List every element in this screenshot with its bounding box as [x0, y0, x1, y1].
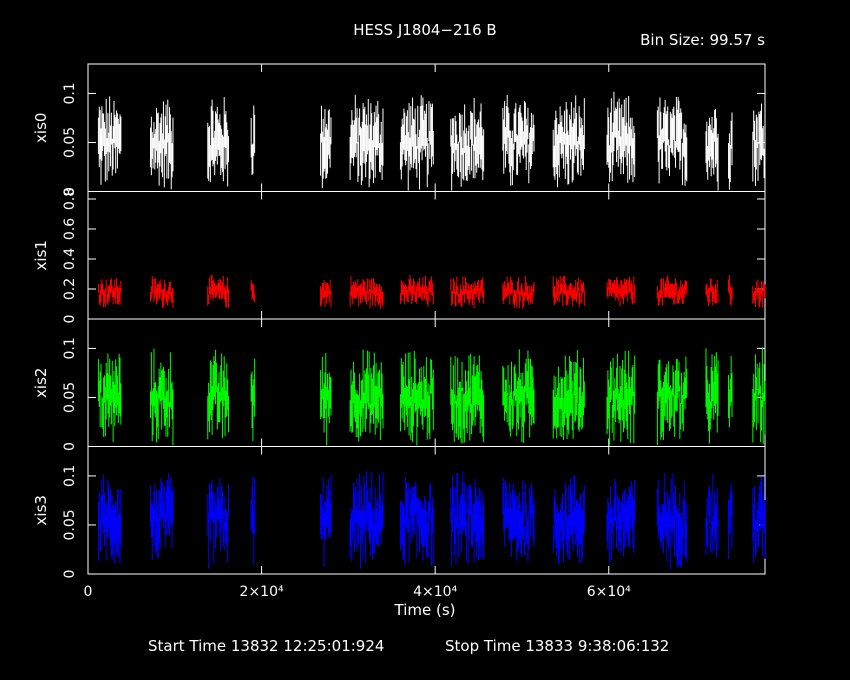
y-axis-label-xis2: xis2: [32, 368, 50, 398]
y-tick-label-xis1: 0: [62, 315, 78, 324]
y-tick-label-xis0: 0.1: [62, 82, 78, 104]
y-tick-label-xis3: 0: [62, 570, 78, 579]
y-axis-label-xis0: xis0: [32, 113, 50, 143]
x-tick-label: 6×10⁴: [587, 584, 631, 600]
start-time-label: Start Time 13832 12:25:01:924: [148, 637, 384, 655]
y-tick-label-xis3: 0.1: [62, 465, 78, 487]
x-tick-label: 4×10⁴: [413, 584, 457, 600]
y-tick-label-xis2: 0.05: [62, 382, 78, 413]
x-axis-label: Time (s): [394, 601, 456, 619]
x-tick-label: 0: [84, 584, 93, 600]
y-tick-label-xis2: 0: [62, 442, 78, 451]
y-tick-label-xis3: 0.05: [62, 509, 78, 540]
panels: 0.1 0.05 0 xis0 0.8 0.6 0.4 0.2 0 xis1 0.1 0.05 0 xis…: [32, 63, 766, 600]
x-tick-label: 2×10⁴: [240, 584, 284, 600]
y-tick-label-xis1: 0.2: [62, 278, 78, 300]
bin-size-label: Bin Size: 99.57 s: [640, 31, 765, 49]
y-axis-label-xis1: xis1: [32, 240, 50, 270]
y-tick-label-xis0: 0.05: [62, 127, 78, 158]
y-tick-label-xis1: 0.6: [62, 218, 78, 240]
y-axis-label-xis3: xis3: [32, 495, 50, 525]
chart-title: HESS J1804−216 B: [353, 21, 496, 39]
y-tick-label-xis2: 0.1: [62, 337, 78, 359]
y-tick-label-xis1: 0.4: [62, 248, 78, 270]
y-tick-label-xis1: 0.8: [62, 188, 78, 210]
light-curve-chart: HESS J1804−216 B Bin Size: 99.57 s 0.10.…: [32, 21, 766, 655]
stop-time-label: Stop Time 13833 9:38:06:132: [445, 637, 669, 655]
